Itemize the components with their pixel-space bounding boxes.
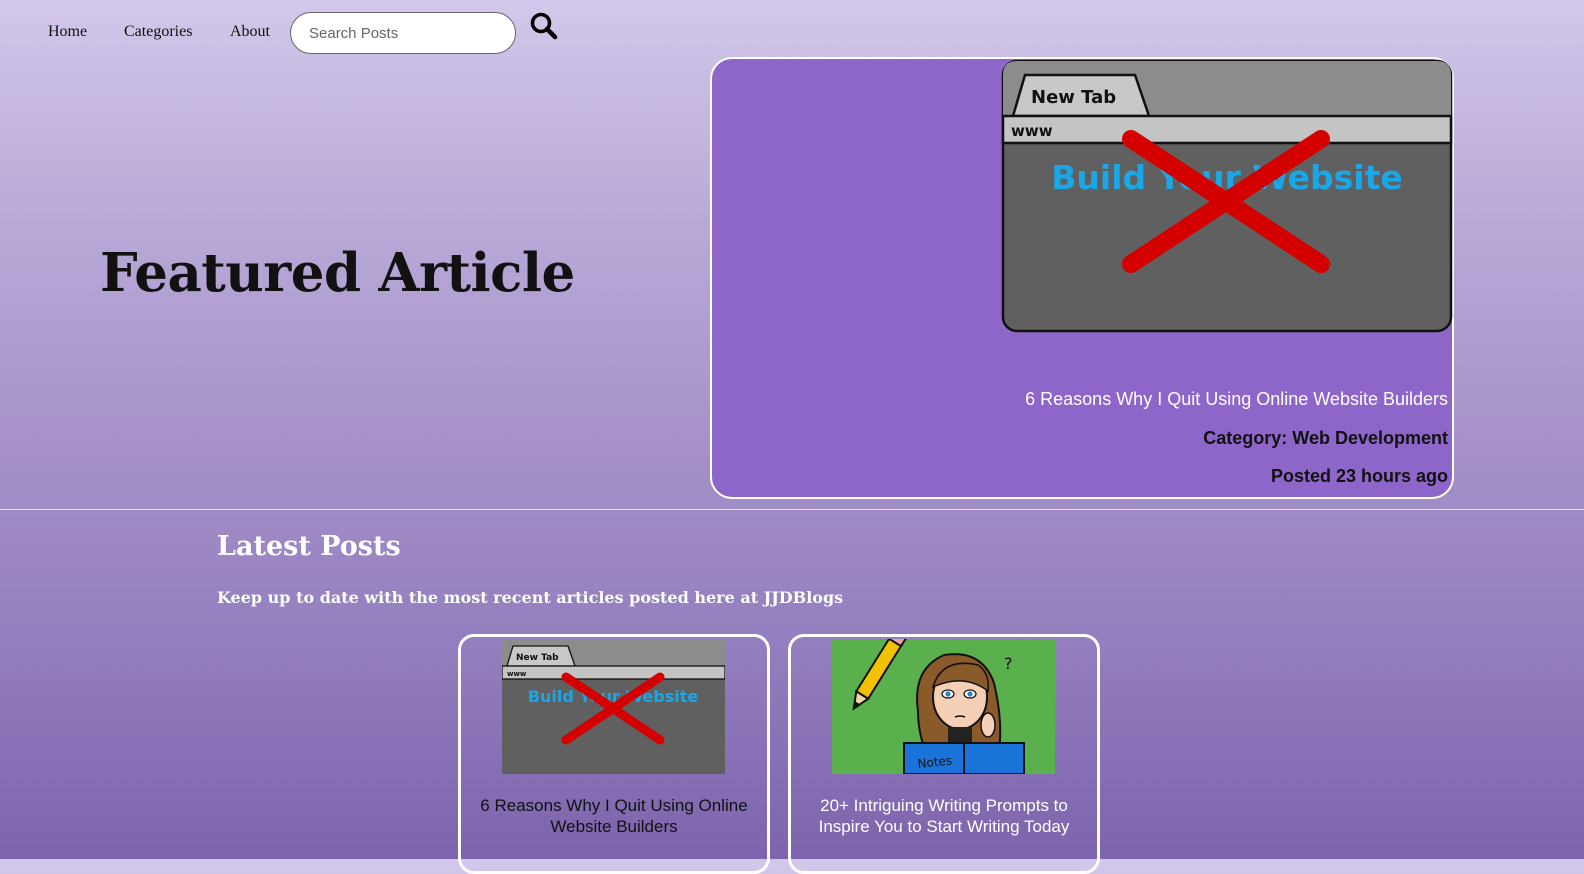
post-title[interactable]: 20+ Intriguing Writing Prompts to Inspir… bbox=[797, 795, 1091, 837]
post-card[interactable]: New Tab www Build Your Website 6 Reasons… bbox=[458, 634, 770, 874]
post-title[interactable]: 6 Reasons Why I Quit Using Online Websit… bbox=[467, 795, 761, 837]
post-thumbnail[interactable]: New Tab www Build Your Website bbox=[502, 639, 725, 774]
featured-image-tab-label: New Tab bbox=[1031, 87, 1116, 108]
post-thumbnail-tab-label: New Tab bbox=[516, 653, 559, 663]
featured-article-image[interactable]: New Tab www Build Your Website bbox=[1001, 59, 1453, 333]
top-navigation: Home Categories About bbox=[0, 0, 1584, 64]
latest-posts-subtitle: Keep up to date with the most recent art… bbox=[217, 588, 844, 607]
nav-link-about[interactable]: About bbox=[230, 23, 270, 41]
nav-link-home[interactable]: Home bbox=[48, 23, 87, 41]
post-card[interactable]: ? Notes 20+ Intriguing Writing Prompts t… bbox=[788, 634, 1100, 874]
post-thumbnail-url-label: www bbox=[507, 670, 527, 678]
search-button[interactable] bbox=[528, 10, 560, 42]
section-divider bbox=[0, 509, 1584, 510]
featured-article-category: Category: Web Development bbox=[1203, 428, 1448, 448]
nav-link-categories[interactable]: Categories bbox=[124, 23, 192, 41]
featured-article-title[interactable]: 6 Reasons Why I Quit Using Online Websit… bbox=[1025, 389, 1448, 410]
featured-heading: Featured Article bbox=[100, 242, 575, 304]
search-input[interactable] bbox=[290, 12, 516, 54]
question-mark: ? bbox=[1004, 654, 1013, 673]
latest-posts-heading: Latest Posts bbox=[217, 531, 401, 562]
featured-image-url-label: www bbox=[1011, 122, 1053, 140]
post-thumbnail[interactable]: ? Notes bbox=[832, 639, 1055, 774]
featured-article-card[interactable]: New Tab www Build Your Website 6 Reasons… bbox=[710, 57, 1454, 499]
search-icon bbox=[530, 12, 558, 40]
featured-article-date: Posted 23 hours ago bbox=[1270, 466, 1448, 486]
